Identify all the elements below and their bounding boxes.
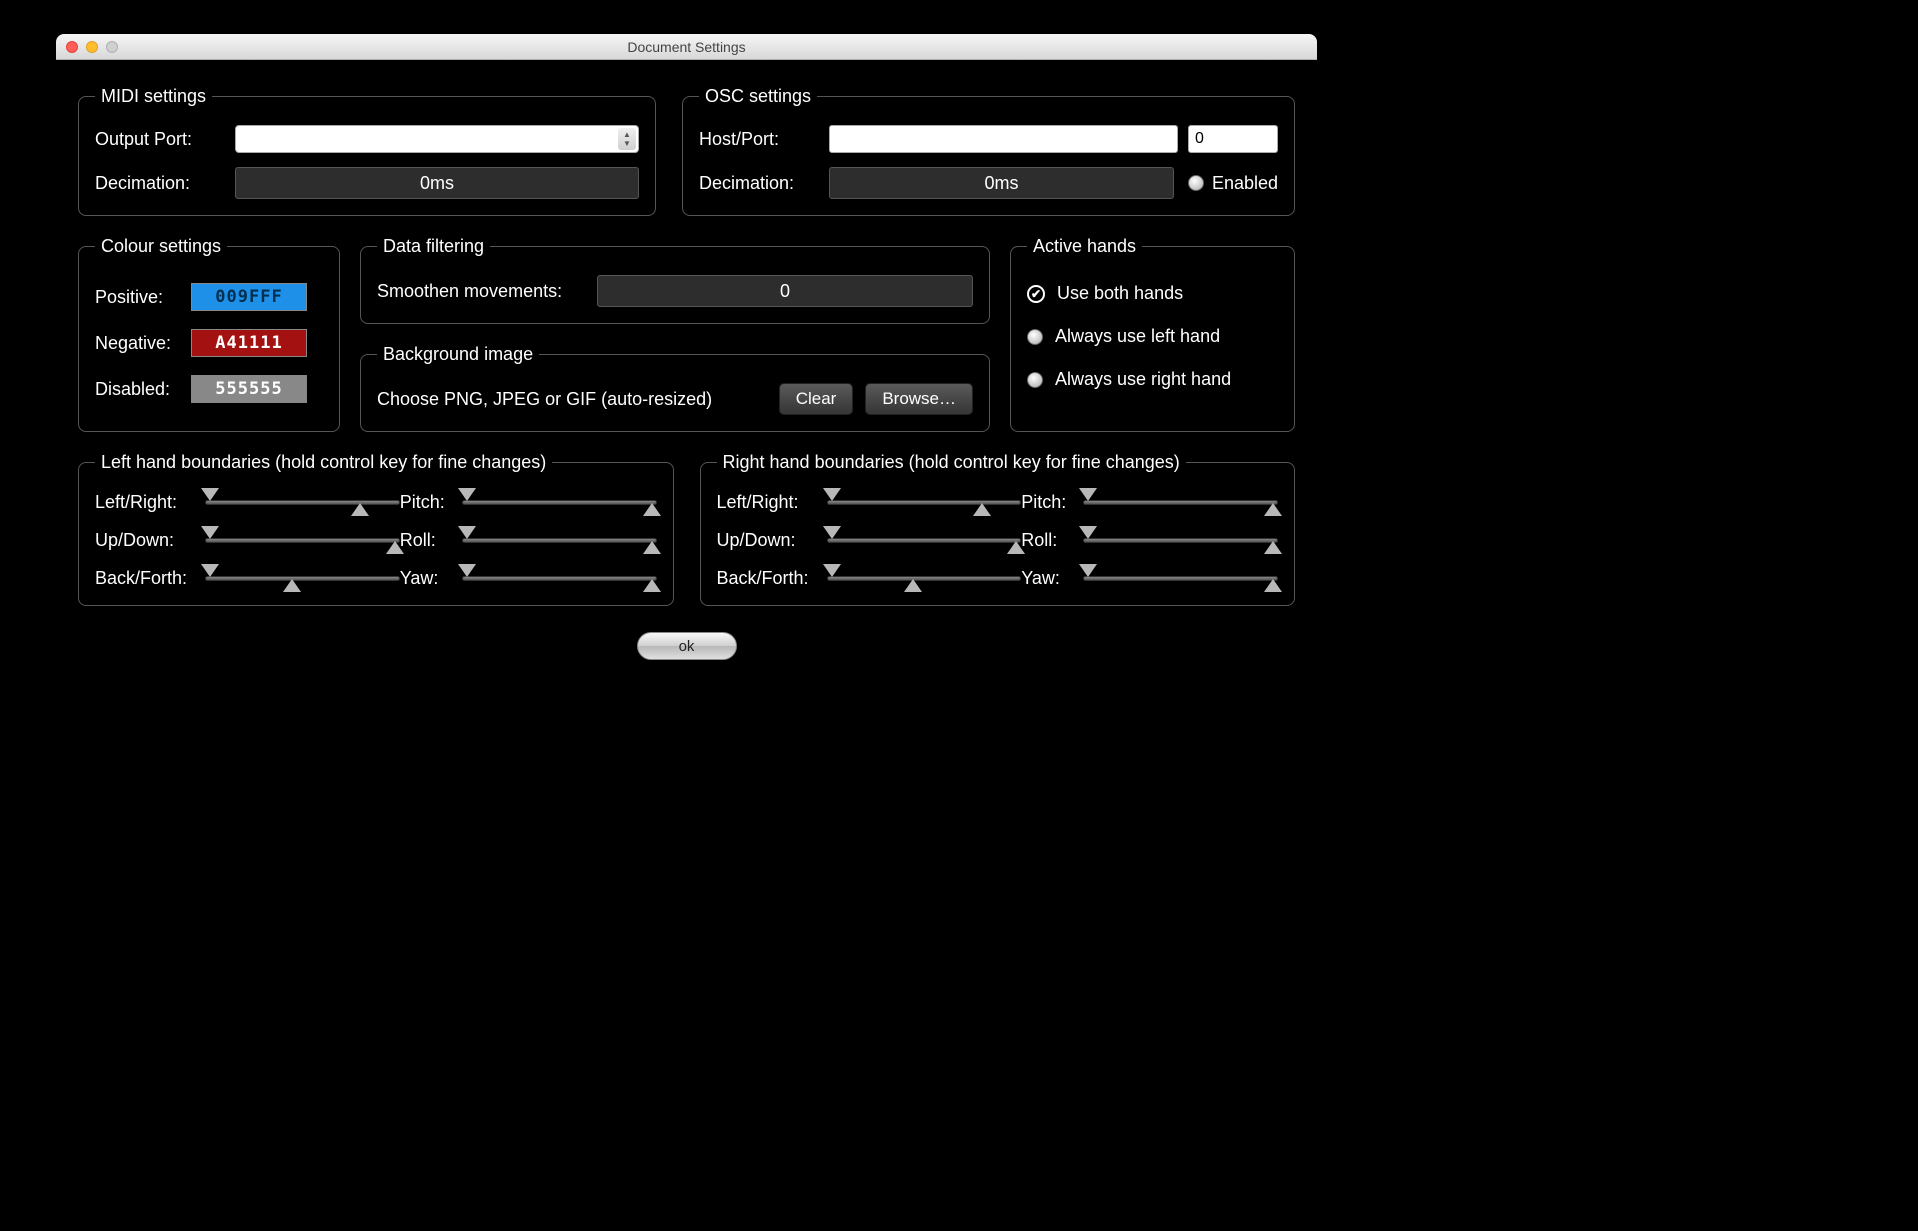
osc-enabled-label: Enabled xyxy=(1212,173,1278,194)
osc-decimation-input[interactable]: 0ms xyxy=(829,167,1174,199)
settings-window: Document Settings MIDI settings Output P… xyxy=(56,34,1317,682)
output-port-label: Output Port: xyxy=(95,129,235,150)
hands-legend: Active hands xyxy=(1027,236,1142,257)
r-yaw-label: Yaw: xyxy=(1021,568,1083,589)
negative-swatch[interactable]: A41111 xyxy=(191,329,307,357)
r-roll-label: Roll: xyxy=(1021,530,1083,551)
right-hand-boundaries-group: Right hand boundaries (hold control key … xyxy=(700,452,1296,606)
l-ud-label: Up/Down: xyxy=(95,530,205,551)
l-lr-slider[interactable] xyxy=(205,491,400,513)
titlebar: Document Settings xyxy=(56,34,1317,60)
r-roll-slider[interactable] xyxy=(1083,529,1278,551)
use-right-hand-label: Always use right hand xyxy=(1055,369,1231,390)
disabled-label: Disabled: xyxy=(95,379,191,400)
smoothen-input[interactable]: 0 xyxy=(597,275,973,307)
clear-button[interactable]: Clear xyxy=(779,383,854,415)
osc-decimation-label: Decimation: xyxy=(699,173,829,194)
data-filtering-group: Data filtering Smoothen movements: 0 xyxy=(360,236,990,324)
l-lr-label: Left/Right: xyxy=(95,492,205,513)
smoothen-label: Smoothen movements: xyxy=(377,281,597,302)
r-ud-label: Up/Down: xyxy=(717,530,827,551)
use-both-hands-label: Use both hands xyxy=(1057,283,1183,304)
use-right-hand-radio[interactable] xyxy=(1027,372,1043,388)
midi-settings-group: MIDI settings Output Port: ▲▼ Decimation… xyxy=(78,86,656,216)
r-ud-slider[interactable] xyxy=(827,529,1022,551)
bg-desc: Choose PNG, JPEG or GIF (auto-resized) xyxy=(377,389,767,410)
use-left-hand-label: Always use left hand xyxy=(1055,326,1220,347)
r-lr-slider[interactable] xyxy=(827,491,1022,513)
browse-button[interactable]: Browse… xyxy=(865,383,973,415)
host-port-label: Host/Port: xyxy=(699,129,829,150)
midi-legend: MIDI settings xyxy=(95,86,212,107)
negative-label: Negative: xyxy=(95,333,191,354)
l-pitch-label: Pitch: xyxy=(400,492,462,513)
osc-host-input[interactable] xyxy=(829,125,1178,153)
l-roll-label: Roll: xyxy=(400,530,462,551)
ok-button[interactable]: ok xyxy=(637,632,737,660)
dropdown-arrows-icon: ▲▼ xyxy=(618,128,636,150)
rbound-legend: Right hand boundaries (hold control key … xyxy=(717,452,1186,473)
l-roll-slider[interactable] xyxy=(462,529,657,551)
r-bf-label: Back/Forth: xyxy=(717,568,827,589)
output-port-dropdown[interactable]: ▲▼ xyxy=(235,125,639,153)
r-pitch-slider[interactable] xyxy=(1083,491,1278,513)
background-image-group: Background image Choose PNG, JPEG or GIF… xyxy=(360,344,990,432)
l-ud-slider[interactable] xyxy=(205,529,400,551)
window-title: Document Settings xyxy=(56,39,1317,55)
osc-port-input[interactable]: 0 xyxy=(1188,125,1278,153)
l-bf-slider[interactable] xyxy=(205,567,400,589)
r-pitch-label: Pitch: xyxy=(1021,492,1083,513)
r-bf-slider[interactable] xyxy=(827,567,1022,589)
colour-legend: Colour settings xyxy=(95,236,227,257)
use-both-hands-radio[interactable]: ✔ xyxy=(1027,285,1045,303)
left-hand-boundaries-group: Left hand boundaries (hold control key f… xyxy=(78,452,674,606)
osc-legend: OSC settings xyxy=(699,86,817,107)
positive-swatch[interactable]: 009FFF xyxy=(191,283,307,311)
l-pitch-slider[interactable] xyxy=(462,491,657,513)
active-hands-group: Active hands ✔ Use both hands Always use… xyxy=(1010,236,1295,432)
midi-decimation-label: Decimation: xyxy=(95,173,235,194)
l-bf-label: Back/Forth: xyxy=(95,568,205,589)
bg-legend: Background image xyxy=(377,344,539,365)
disabled-swatch[interactable]: 555555 xyxy=(191,375,307,403)
use-left-hand-radio[interactable] xyxy=(1027,329,1043,345)
filter-legend: Data filtering xyxy=(377,236,490,257)
osc-settings-group: OSC settings Host/Port: 0 Decimation: 0m… xyxy=(682,86,1295,216)
lbound-legend: Left hand boundaries (hold control key f… xyxy=(95,452,552,473)
positive-label: Positive: xyxy=(95,287,191,308)
l-yaw-label: Yaw: xyxy=(400,568,462,589)
r-lr-label: Left/Right: xyxy=(717,492,827,513)
r-yaw-slider[interactable] xyxy=(1083,567,1278,589)
colour-settings-group: Colour settings Positive: 009FFF Negativ… xyxy=(78,236,340,432)
midi-decimation-input[interactable]: 0ms xyxy=(235,167,639,199)
osc-enabled-radio[interactable] xyxy=(1188,175,1204,191)
l-yaw-slider[interactable] xyxy=(462,567,657,589)
